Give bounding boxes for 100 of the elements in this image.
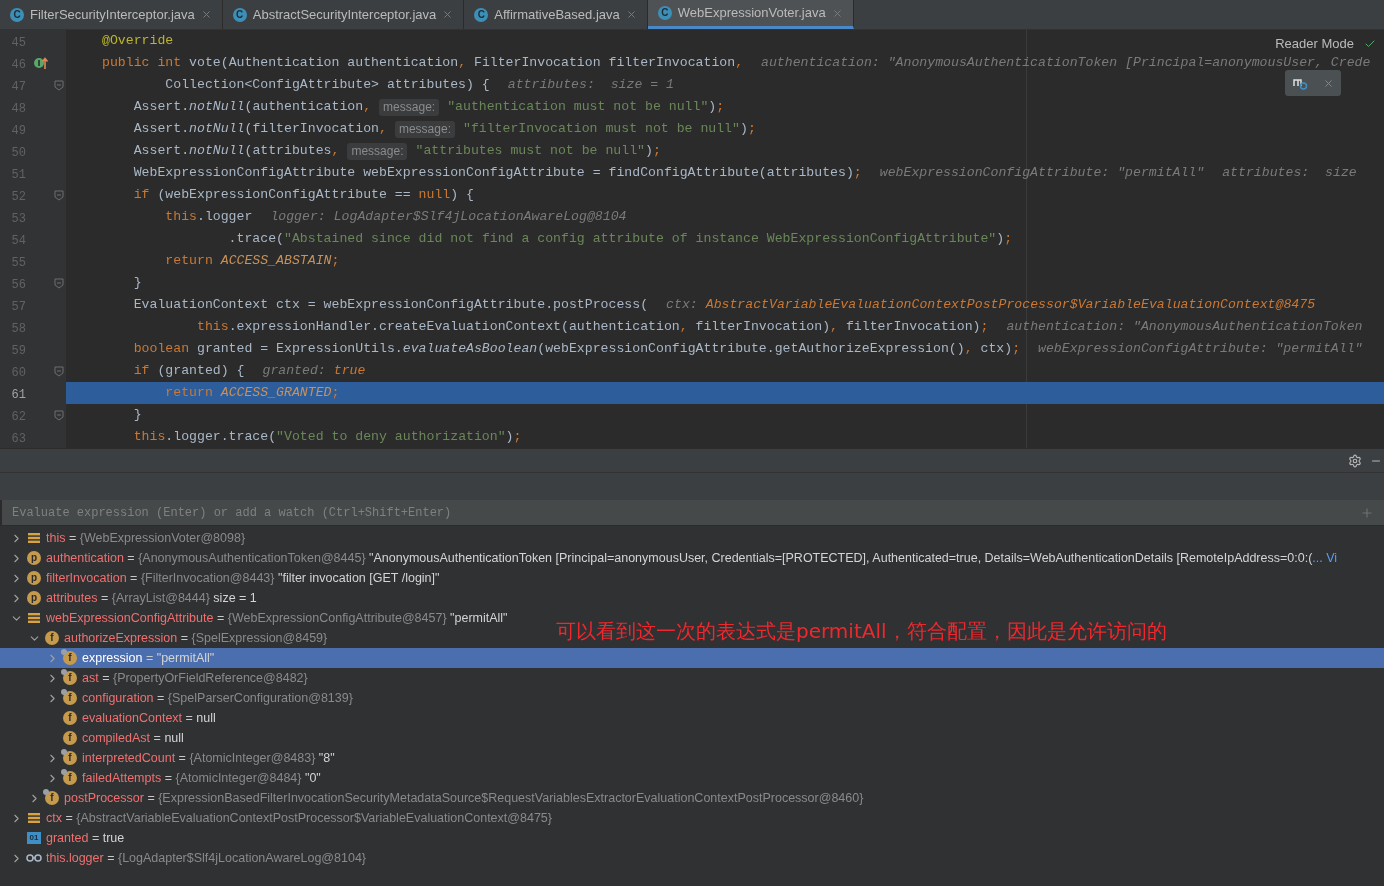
code-text: this.logger [164, 208, 253, 227]
variable-row[interactable]: webExpressionConfigAttribute = {WebExpressionConfigAttribute@8457} "permitAll" [0, 608, 512, 628]
code-text: "filterInvocation must not be null"); [462, 120, 756, 139]
override-marker-icon[interactable] [33, 56, 49, 70]
fold-marker-icon[interactable] [54, 409, 64, 421]
code-text: Assert.notNull(authentication, [132, 98, 372, 117]
inline-value-hint: webExpressionConfigAttribute: "permitAll" [1038, 340, 1363, 359]
variable-row[interactable]: 01 granted = true [0, 828, 129, 848]
tab-label: AffirmativeBased.java [494, 5, 620, 24]
variable-text: failedAttempts = {AtomicInteger@8484} "0" [82, 769, 321, 787]
field-icon: f [63, 751, 77, 765]
close-icon[interactable] [200, 9, 212, 20]
field-icon: f [45, 631, 59, 645]
reader-mode-link[interactable]: Reader Mode [1275, 34, 1354, 54]
code-text: .trace("Abstained since did not find a config attribute of instance WebExpressionConfigAttribute"); [227, 230, 1013, 249]
inline-value-hint: granted: [262, 362, 326, 381]
variable-text: interpretedCount = {AtomicInteger@8483} "8" [82, 749, 335, 767]
settings-icon[interactable] [1348, 453, 1362, 468]
variable-text: attributes = {ArrayList@8444} size = 1 [46, 589, 257, 607]
inline-value-hint: true [333, 362, 366, 381]
variable-row[interactable]: f postProcessor = {ExpressionBasedFilterInvocationSecurityMetadataSource$RequestVariablesExtractorEvaluationContextPostProcessor@8460} [0, 788, 868, 808]
fold-marker-icon[interactable] [54, 79, 64, 91]
variable-row[interactable]: this = {WebExpressionVoter@8098} [0, 528, 250, 548]
inline-value-hint: authentication: "AnonymousAuthenticationToken [1006, 318, 1363, 337]
variable-text: compiledAst = null [82, 729, 184, 747]
code-text: @Override [102, 32, 174, 51]
field-icon: f [63, 731, 77, 745]
code-text: WebExpressionConfigAttribute webExpressionConfigAttribute = findConfigAttribute(attributes); [132, 164, 862, 183]
parameter-icon: p [27, 571, 41, 585]
editor-tab[interactable]: C FilterSecurityInterceptor.java [0, 0, 223, 29]
fold-marker-icon[interactable] [54, 277, 64, 289]
variable-text: granted = true [46, 829, 125, 847]
variable-row[interactable]: p filterInvocation = {FilterInvocation@8443} "filter invocation [GET /login]" [0, 568, 444, 588]
inline-value-hint: attributes: size [1222, 164, 1357, 183]
refresh-icon[interactable] [1292, 76, 1309, 90]
glasses-icon [26, 853, 42, 863]
object-icon [27, 532, 41, 544]
annotation-text: 可以看到这一次的表达式是permitAll，符合配置，因此是允许访问的 [556, 618, 1167, 645]
code-text: return ACCESS_GRANTED; [164, 384, 340, 403]
variable-row[interactable]: f interpretedCount = {AtomicInteger@8483} "8" [0, 748, 339, 768]
variable-text: configuration = {SpelParserConfiguration@8139} [82, 689, 353, 707]
code-text: } [132, 274, 142, 293]
field-icon: f [63, 691, 77, 705]
variable-row[interactable]: ctx = {AbstractVariableEvaluationContextPostProcessor$VariableEvaluationContext@8475} [0, 808, 556, 828]
code-text: Assert.notNull(attributes, [132, 142, 340, 161]
fold-marker-icon[interactable] [54, 189, 64, 201]
code-text: "authentication must not be null"); [447, 98, 725, 117]
primitive-icon: 01 [27, 832, 41, 844]
code-text: this.logger.trace("Voted to deny authorization"); [132, 428, 522, 447]
object-icon [27, 612, 41, 624]
variable-text: filterInvocation = {FilterInvocation@8443} "filter invocation [GET /login]" [46, 569, 440, 587]
variable-text: postProcessor = {ExpressionBasedFilterInvocationSecurityMetadataSource$RequestVariablesExtractorEvaluationContextPostProcessor@8460} [64, 789, 864, 807]
parameter-hint: message: [379, 98, 440, 116]
fold-marker-icon[interactable] [54, 365, 64, 377]
field-icon: f [63, 671, 77, 685]
class-icon: C [657, 6, 672, 20]
variable-text: evaluationContext = null [82, 709, 216, 727]
variable-text: ast = {PropertyOrFieldReference@8482} [82, 669, 308, 687]
inline-value-hint: attributes: size = 1 [507, 76, 674, 95]
variable-row[interactable]: f expression = "permitAll" [0, 648, 1384, 668]
class-icon: C [474, 7, 489, 22]
code-text: boolean granted = ExpressionUtils.evaluateAsBoolean(webExpressionConfigAttribute.getAuthorizeExpression(), ctx); [132, 340, 1021, 359]
code-text: if (webExpressionConfigAttribute == null) { [132, 186, 474, 205]
code-text: } [132, 406, 142, 425]
line-number: 61 [11, 388, 26, 402]
variable-row[interactable]: this.logger = {LogAdapter$Slf4jLocationAwareLog@8104} [0, 848, 371, 868]
class-icon: C [10, 7, 24, 22]
tab-label: AbstractSecurityInterceptor.java [252, 5, 437, 24]
editor-tab[interactable]: C WebExpressionVoter.java [647, 0, 854, 29]
view-link[interactable]: ... Vi [1312, 548, 1338, 568]
field-icon: f [63, 711, 77, 725]
close-icon[interactable] [1322, 77, 1334, 89]
close-icon[interactable] [625, 9, 637, 20]
code-text: this.expressionHandler.createEvaluationContext(authentication, filterInvocation), filterInvocation); [195, 318, 989, 337]
variable-row[interactable]: p attributes = {ArrayList@8444} size = 1 [0, 588, 261, 608]
parameter-icon: p [27, 551, 41, 565]
variable-row[interactable]: f ast = {PropertyOrFieldReference@8482} [0, 668, 312, 688]
variable-text: authentication = {AnonymousAuthenticationToken@8445} "AnonymousAuthenticationToken [Principal=anonymousUser, Credentials=[PROTECTED], Authenticated=true, Details=WebAuthenticationDetails [RemoteIpAddress=0:0:( [46, 549, 1313, 567]
inline-value-hint: logger: LogAdapter$Slf4jLocationAwareLog@8104 [270, 208, 627, 227]
code-text: Collection<ConfigAttribute> attributes) { [164, 76, 490, 95]
variable-text: authorizeExpression = {SpelExpression@8459} [64, 629, 328, 647]
variable-row[interactable]: f evaluationContext = null [0, 708, 220, 728]
variable-text: ctx = {AbstractVariableEvaluationContextPostProcessor$VariableEvaluationContext@8475} [46, 809, 552, 827]
tab-label: FilterSecurityInterceptor.java [30, 5, 195, 24]
variable-row[interactable]: f compiledAst = null [0, 728, 188, 748]
parameter-hint: message: [394, 120, 455, 138]
object-icon [27, 812, 41, 824]
field-icon: f [45, 791, 59, 805]
inline-value-hint: ctx: [666, 296, 698, 315]
code-text: EvaluationContext ctx = webExpressionConfigAttribute.postProcess( [132, 296, 649, 315]
variable-text: webExpressionConfigAttribute = {WebExpressionConfigAttribute@8457} "permitAll" [46, 609, 508, 627]
close-icon[interactable] [442, 9, 454, 20]
variable-row[interactable]: f failedAttempts = {AtomicInteger@8484} "0" [0, 768, 325, 788]
variable-row[interactable]: f configuration = {SpelParserConfiguration@8139} [0, 688, 357, 708]
code-text: if (granted) { [132, 362, 245, 381]
tab-label: WebExpressionVoter.java [677, 4, 826, 23]
variable-text: this = {WebExpressionVoter@8098} [46, 529, 246, 547]
editor-tab[interactable]: C AffirmativeBased.java [464, 0, 648, 29]
editor-tab[interactable]: C AbstractSecurityInterceptor.java [222, 0, 465, 29]
variable-row[interactable]: f authorizeExpression = {SpelExpression@8459} [0, 628, 332, 648]
